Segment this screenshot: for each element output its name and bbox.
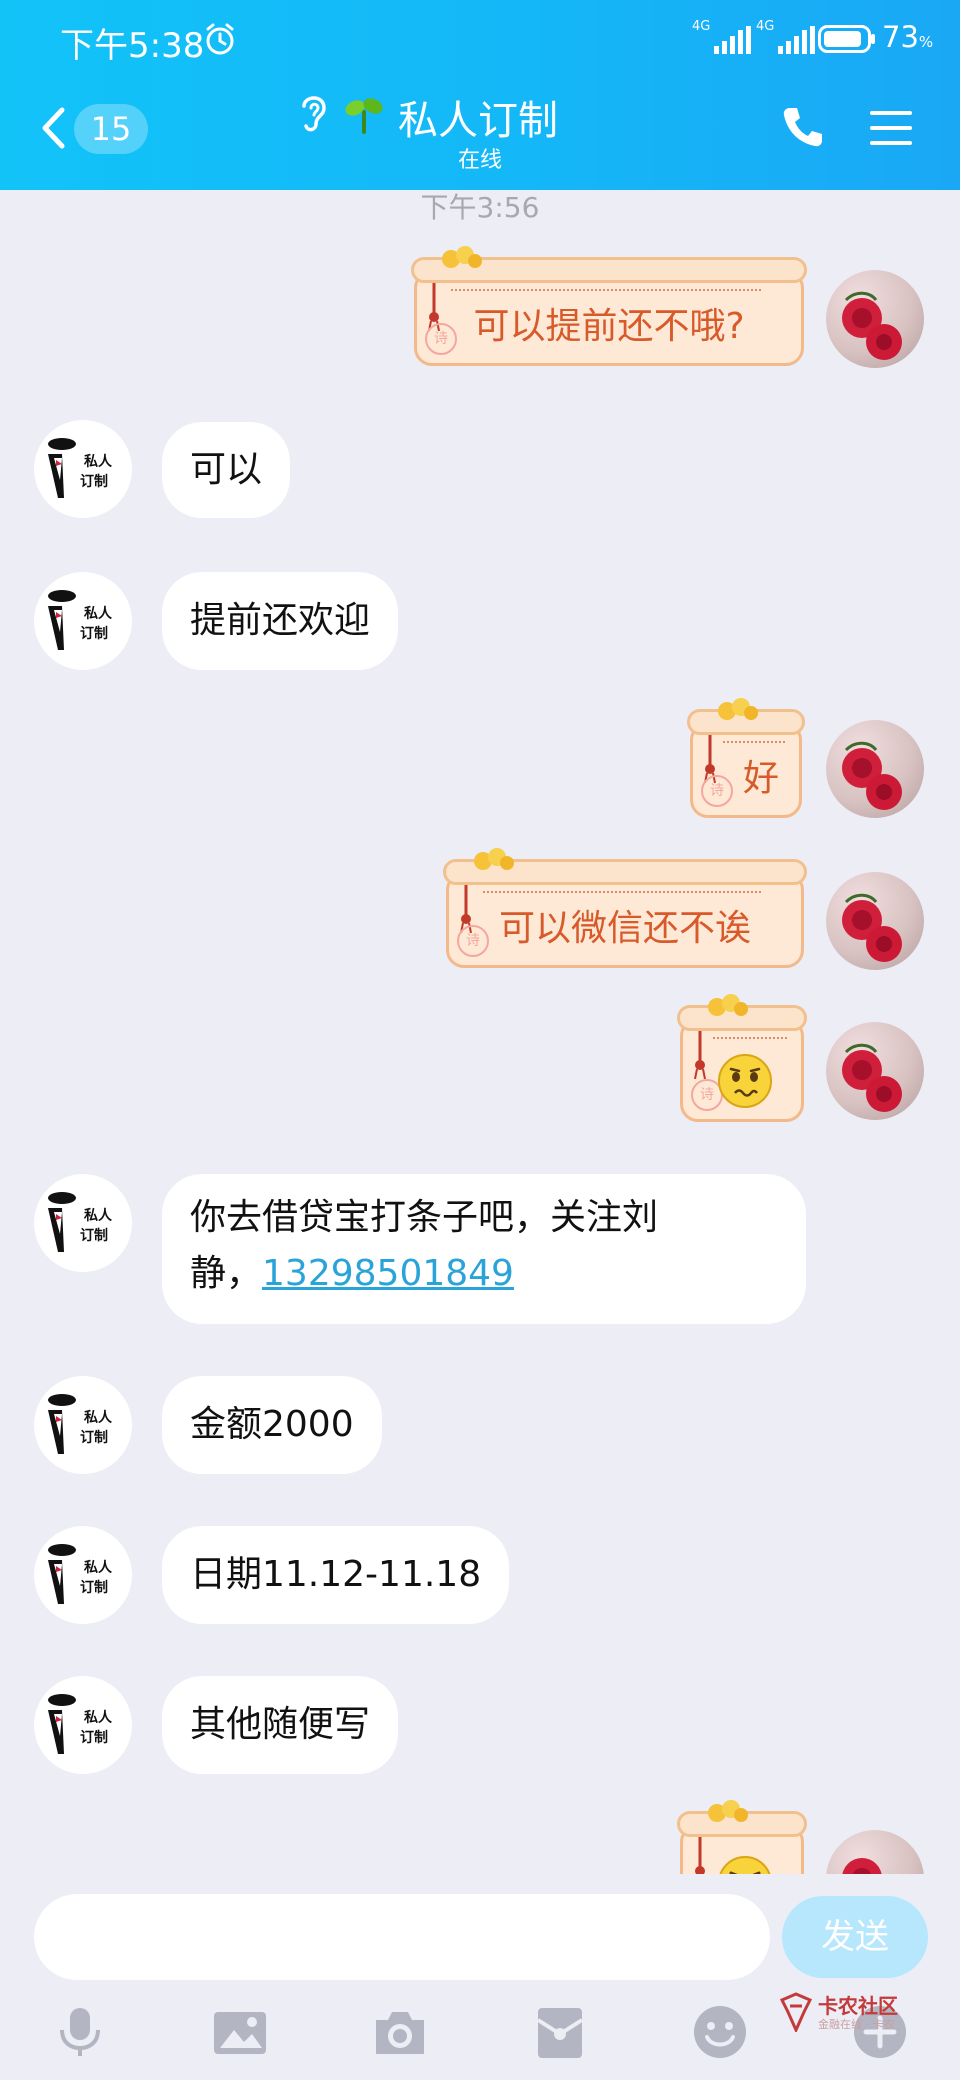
flower-decoration-icon bbox=[718, 698, 758, 720]
signal-indicator-2: 4G bbox=[756, 20, 818, 54]
sprout-icon bbox=[345, 98, 383, 134]
tuxedo-logo-icon: 私人 订制 bbox=[48, 590, 113, 650]
my-avatar[interactable] bbox=[826, 872, 924, 970]
contact-avatar[interactable]: 私人 订制 bbox=[34, 1526, 132, 1624]
tuxedo-logo-icon: 私人 订制 bbox=[48, 1192, 113, 1252]
red-packet-icon[interactable] bbox=[532, 2004, 588, 2060]
message-input[interactable] bbox=[34, 1894, 770, 1980]
svg-text:订制: 订制 bbox=[80, 1227, 108, 1244]
rose-icon bbox=[842, 1043, 902, 1112]
battery-icon bbox=[818, 25, 875, 53]
contact-avatar[interactable]: 私人 订制 bbox=[34, 1376, 132, 1474]
camera-icon[interactable] bbox=[372, 2004, 428, 2060]
contact-avatar[interactable]: 私人 订制 bbox=[34, 1676, 132, 1774]
svg-text:订制: 订制 bbox=[80, 473, 108, 490]
message-bubble-sent[interactable]: 诗 可以提前还不哦? bbox=[411, 246, 807, 366]
watermark-title: 卡农社区 bbox=[818, 1994, 898, 2018]
message-timestamp: 下午3:56 bbox=[420, 191, 540, 224]
message-text: 可以微信还不诶 bbox=[498, 908, 751, 949]
message-bubble-received[interactable]: 日期11.12-11.18 bbox=[162, 1526, 510, 1624]
watermark-subtitle: 金融在线 · 卡农 bbox=[818, 2018, 895, 2031]
message-clip-region bbox=[0, 1800, 960, 1874]
message-bubble-received[interactable]: 提前还欢迎 bbox=[162, 572, 399, 670]
chat-title: 私人订制 bbox=[398, 98, 558, 144]
rose-icon bbox=[842, 893, 902, 962]
phone-number-link[interactable]: 13298501849 bbox=[262, 1253, 514, 1294]
rose-icon bbox=[842, 1858, 882, 1874]
watermark-logo-icon bbox=[779, 1992, 813, 2032]
message-bubble-sent[interactable] bbox=[677, 1800, 807, 1874]
svg-text:私人: 私人 bbox=[84, 453, 113, 470]
flower-decoration-icon bbox=[708, 1800, 748, 1822]
contact-avatar[interactable]: 私人 订制 bbox=[34, 572, 132, 670]
signal-indicator-1: 4G bbox=[692, 20, 754, 54]
angry-face-emoji-icon bbox=[719, 1856, 771, 1874]
message-text-line-1: 你去借贷宝打条子吧，关注刘 bbox=[190, 1197, 659, 1238]
status-time: 下午5:38 bbox=[60, 26, 205, 66]
message-bubble-received[interactable]: 其他随便写 bbox=[162, 1676, 399, 1774]
input-area: 发送 bbox=[0, 1874, 960, 2080]
phone-icon[interactable] bbox=[780, 104, 826, 150]
flower-decoration-icon bbox=[442, 246, 482, 268]
chat-header: 下午5:38 4G 4G 73% 15 私人订制 在线 bbox=[0, 0, 960, 190]
alarm-icon bbox=[206, 23, 234, 55]
svg-text:私人: 私人 bbox=[84, 605, 113, 622]
svg-text:订制: 订制 bbox=[80, 1429, 108, 1446]
flower-decoration-icon bbox=[474, 848, 514, 870]
message-text: 可以提前还不哦? bbox=[473, 306, 745, 347]
image-icon[interactable] bbox=[212, 2004, 268, 2060]
tuxedo-logo-icon: 私人 订制 bbox=[48, 1544, 113, 1604]
flower-decoration-icon bbox=[708, 994, 748, 1016]
my-avatar[interactable] bbox=[826, 270, 924, 368]
my-avatar[interactable] bbox=[826, 1022, 924, 1120]
battery-percent: 73% bbox=[882, 20, 934, 54]
send-button[interactable]: 发送 bbox=[782, 1896, 928, 1978]
message-bubble-received[interactable]: 可以 bbox=[162, 422, 291, 518]
emoji-icon[interactable] bbox=[692, 2004, 748, 2060]
message-text: 好 bbox=[742, 758, 779, 799]
message-bubble-sent[interactable]: 诗 bbox=[677, 994, 807, 1122]
watermark: 卡农社区 金融在线 · 卡农 bbox=[778, 1990, 938, 2040]
my-avatar[interactable] bbox=[826, 1830, 924, 1874]
microphone-icon[interactable] bbox=[52, 2004, 108, 2060]
message-text-line-2: 静，13298501849 bbox=[190, 1253, 514, 1294]
svg-text:私人: 私人 bbox=[84, 1709, 113, 1726]
signal-2-label: 4G bbox=[756, 19, 775, 34]
signal-bars-icon bbox=[778, 26, 815, 54]
svg-text:私人: 私人 bbox=[84, 1207, 113, 1224]
signal-bars-icon bbox=[714, 26, 751, 54]
rose-icon bbox=[842, 291, 902, 360]
my-avatar[interactable] bbox=[826, 720, 924, 818]
contact-avatar[interactable]: 私人 订制 bbox=[34, 420, 132, 518]
svg-text:订制: 订制 bbox=[80, 1729, 108, 1746]
svg-text:私人: 私人 bbox=[84, 1409, 113, 1426]
rose-icon bbox=[842, 741, 902, 810]
message-bubble-received[interactable]: 你去借贷宝打条子吧，关注刘 静，13298501849 bbox=[162, 1174, 806, 1324]
message-bubble-sent[interactable]: 诗 好 bbox=[687, 698, 805, 818]
worried-face-emoji-icon bbox=[718, 1054, 772, 1108]
message-bubble-received[interactable]: 金额2000 bbox=[162, 1376, 382, 1474]
svg-text:订制: 订制 bbox=[80, 625, 108, 642]
tassel-decoration-icon bbox=[695, 1837, 705, 1874]
svg-text:订制: 订制 bbox=[80, 1579, 108, 1596]
tuxedo-logo-icon: 私人 订制 bbox=[48, 438, 113, 498]
tuxedo-logo-icon: 私人 订制 bbox=[48, 1694, 113, 1754]
contact-avatar[interactable]: 私人 订制 bbox=[34, 1174, 132, 1272]
svg-text:私人: 私人 bbox=[84, 1559, 113, 1576]
tuxedo-logo-icon: 私人 订制 bbox=[48, 1394, 113, 1454]
tassel-decoration-icon bbox=[694, 1031, 706, 1079]
menu-icon[interactable] bbox=[868, 108, 914, 148]
signal-1-label: 4G bbox=[692, 19, 711, 34]
message-bubble-sent[interactable]: 诗 可以微信还不诶 bbox=[443, 848, 807, 968]
ear-icon bbox=[302, 96, 326, 132]
